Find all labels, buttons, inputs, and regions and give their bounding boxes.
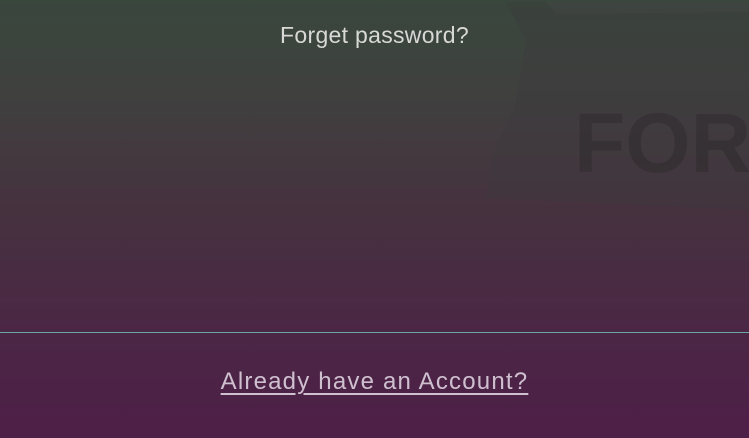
watermark-text: FORTU xyxy=(574,96,749,190)
already-have-account-link[interactable]: Already have an Account? xyxy=(221,368,529,395)
already-have-account-container: Already have an Account? xyxy=(0,368,749,396)
divider xyxy=(0,332,749,333)
forgot-password-link[interactable]: Forget password? xyxy=(0,22,749,49)
